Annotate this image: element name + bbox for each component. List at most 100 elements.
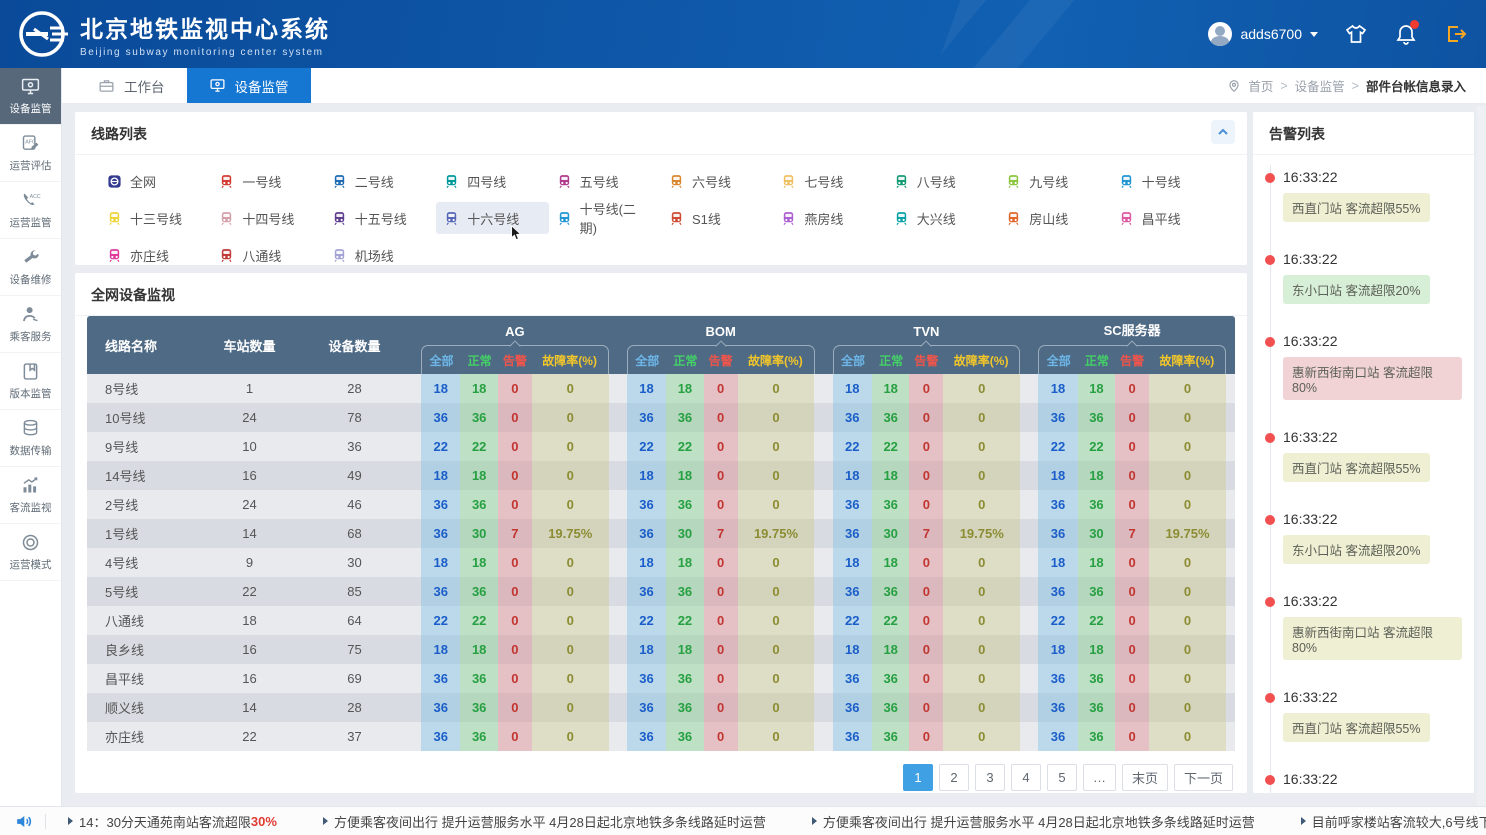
- collapse-panel-button[interactable]: [1211, 120, 1235, 144]
- alarm-item[interactable]: 16:33:22 惠新西街南口站 客流超限80%: [1283, 593, 1462, 660]
- alarm-item[interactable]: 16:33:22 东小口站 客流超限20%: [1283, 511, 1462, 564]
- sidebar-item-operation-supervision[interactable]: ACC 运营监管: [0, 182, 61, 239]
- line-item[interactable]: 十三号线: [99, 202, 211, 234]
- cell-bom-alarm: 0: [704, 664, 738, 693]
- alarm-item[interactable]: 16:33:22 东小口站 客流超限20%: [1283, 251, 1462, 304]
- sidebar-item-data-transfer[interactable]: 数据传输: [0, 410, 61, 467]
- line-item[interactable]: 八通线: [211, 239, 323, 271]
- line-item[interactable]: 六号线: [661, 165, 773, 197]
- sidebar-item-version-supervision[interactable]: 版本监管: [0, 353, 61, 410]
- page-button[interactable]: 下一页: [1174, 764, 1233, 791]
- breadcrumb-home[interactable]: 首页: [1248, 76, 1273, 95]
- cell-bom-fault-rate: 0: [738, 461, 815, 490]
- table-row[interactable]: 4号线 9 30 18 18 0 0 18 18 0: [87, 548, 1235, 577]
- line-item[interactable]: 燕房线: [773, 202, 885, 234]
- page-button[interactable]: 2: [939, 764, 969, 791]
- breadcrumb-device-monitor[interactable]: 设备监管: [1295, 76, 1345, 95]
- line-item[interactable]: 房山线: [998, 202, 1110, 234]
- table-row[interactable]: 亦庄线 22 37 36 36 0 0 36 36 0: [87, 722, 1235, 751]
- user-menu[interactable]: adds6700: [1208, 22, 1318, 46]
- line-item[interactable]: 十号线: [1111, 165, 1223, 197]
- line-item[interactable]: 一号线: [211, 165, 323, 197]
- line-item[interactable]: 机场线: [324, 239, 436, 271]
- sidebar-item-operation-mode[interactable]: 运营模式: [0, 524, 61, 581]
- notifications-button[interactable]: [1394, 22, 1418, 46]
- sidebar-item-passenger-flow-monitor[interactable]: 客流监视: [0, 467, 61, 524]
- table-row[interactable]: 顺义线 14 28 36 36 0 0 36 36 0: [87, 693, 1235, 722]
- page-button[interactable]: 3: [975, 764, 1005, 791]
- theme-skin-button[interactable]: [1344, 22, 1368, 46]
- group-bom: 36 36 0 0: [618, 577, 824, 606]
- table-row[interactable]: 昌平线 16 69 36 36 0 0 36 36 0: [87, 664, 1235, 693]
- line-item[interactable]: 昌平线: [1111, 202, 1223, 234]
- page-button[interactable]: 4: [1011, 764, 1041, 791]
- table-row[interactable]: 八通线 18 64 22 22 0 0 22 22 0: [87, 606, 1235, 635]
- table-row[interactable]: 14号线 16 49 18 18 0 0 18 18 0: [87, 461, 1235, 490]
- logout-button[interactable]: [1444, 22, 1468, 46]
- group-subheaders: 全部 正常 告警 故障率(%): [627, 345, 815, 374]
- line-item[interactable]: 九号线: [998, 165, 1110, 197]
- cell-sc-alarm: 0: [1115, 664, 1149, 693]
- table-row[interactable]: 1号线 14 68 36 30 7 19.75% 36 30 7: [87, 519, 1235, 548]
- table-row[interactable]: 8号线 1 28 18 18 0 0 18 18 0: [87, 374, 1235, 403]
- page-button[interactable]: …: [1083, 764, 1116, 791]
- cell-line-name: 5号线: [87, 577, 202, 606]
- line-item[interactable]: 十号线(二期): [549, 202, 661, 234]
- subheader-normal: 正常: [1078, 352, 1115, 369]
- alarm-item[interactable]: 16:33:22 惠新西街南口站 客流超限80%: [1283, 333, 1462, 400]
- line-item[interactable]: 大兴线: [886, 202, 998, 234]
- cell-ag-normal: 36: [460, 693, 498, 722]
- group-sc-server: 36 36 0 0: [1029, 722, 1235, 751]
- cell-ag-alarm: 0: [498, 722, 532, 751]
- line-item[interactable]: S1线: [661, 202, 773, 234]
- line-item-network[interactable]: 全网: [99, 165, 211, 197]
- cell-line-name: 4号线: [87, 548, 202, 577]
- group-tvn: 22 22 0 0: [824, 432, 1030, 461]
- line-item[interactable]: 五号线: [549, 165, 661, 197]
- line-item[interactable]: 十六号线: [436, 202, 548, 234]
- line-label: 十号线(二期): [580, 199, 653, 237]
- sidebar-item-operation-evaluation[interactable]: AFC 运营评估: [0, 125, 61, 182]
- train-icon: [219, 211, 234, 226]
- page-button[interactable]: 末页: [1122, 764, 1168, 791]
- line-item[interactable]: 四号线: [436, 165, 548, 197]
- table-row[interactable]: 10号线 24 78 36 36 0 0 36 36 0: [87, 403, 1235, 432]
- table-row[interactable]: 9号线 10 36 22 22 0 0 22 22 0: [87, 432, 1235, 461]
- svg-text:ACC: ACC: [30, 194, 41, 200]
- cell-tvn-alarm: 0: [909, 432, 943, 461]
- cell-station-count: 16: [202, 461, 297, 490]
- sidebar-item-passenger-service[interactable]: 乘客服务: [0, 296, 61, 353]
- cell-bom-fault-rate: 0: [738, 403, 815, 432]
- table-row[interactable]: 2号线 24 46 36 36 0 0 36 36 0: [87, 490, 1235, 519]
- alarm-item[interactable]: 16:33:22 西直门站 客流超限55%: [1283, 689, 1462, 742]
- tab-device-monitor[interactable]: 设备监管: [187, 68, 311, 103]
- line-item[interactable]: 二号线: [324, 165, 436, 197]
- page-button[interactable]: 5: [1047, 764, 1077, 791]
- alarm-item[interactable]: 16:33:22 西直门站 客流超限55%: [1283, 169, 1462, 222]
- subheader-all: 全部: [1039, 352, 1078, 369]
- subheader-normal: 正常: [667, 352, 704, 369]
- table-row[interactable]: 良乡线 16 75 18 18 0 0 18 18 0: [87, 635, 1235, 664]
- alarm-item[interactable]: 16:33:22 东小口站 客流超限20%: [1283, 771, 1462, 793]
- scrollbar-track[interactable]: [1477, 106, 1486, 806]
- tab-workbench[interactable]: 工作台: [76, 68, 187, 103]
- cell-sc-normal: 36: [1078, 403, 1116, 432]
- location-pin-icon: [1227, 79, 1241, 93]
- page-button[interactable]: 1: [903, 764, 933, 791]
- cell-bom-all: 18: [627, 548, 666, 577]
- cell-bom-fault-rate: 0: [738, 664, 815, 693]
- sidebar-item-equipment-repair[interactable]: 设备维修: [0, 239, 61, 296]
- line-item[interactable]: 八号线: [886, 165, 998, 197]
- line-item[interactable]: 七号线: [773, 165, 885, 197]
- cell-tvn-normal: 36: [872, 403, 910, 432]
- line-item[interactable]: 十四号线: [211, 202, 323, 234]
- table-row[interactable]: 5号线 22 85 36 36 0 0 36 36 0: [87, 577, 1235, 606]
- alarm-item[interactable]: 16:33:22 西直门站 客流超限55%: [1283, 429, 1462, 482]
- sidebar-item-device-monitor[interactable]: 设备监管: [0, 68, 61, 125]
- line-item[interactable]: 十五号线: [324, 202, 436, 234]
- line-label: 十号线: [1142, 172, 1181, 191]
- username: adds6700: [1240, 26, 1302, 42]
- line-label: 十四号线: [242, 209, 294, 228]
- line-item[interactable]: 亦庄线: [99, 239, 211, 271]
- alarm-dot-icon: [1265, 255, 1275, 265]
